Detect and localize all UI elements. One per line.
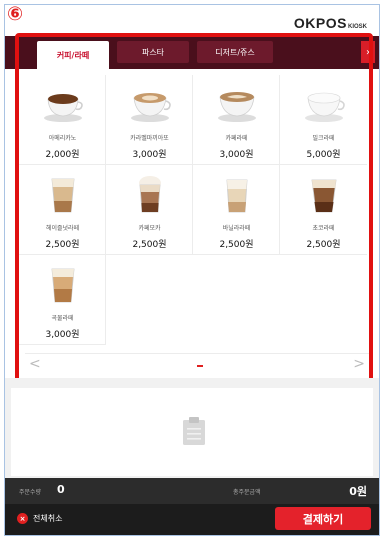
cancel-all-button[interactable]: × 전체취소 [17, 513, 62, 524]
menu-highlight-box [15, 33, 373, 392]
order-list-area [5, 378, 379, 478]
cancel-all-label: 전체취소 [33, 514, 63, 523]
clipboard-icon [183, 417, 205, 445]
order-summary-bar: 주문수량 0 총주문금액 0원 [5, 478, 379, 504]
order-quantity-label: 주문수량 [19, 489, 42, 496]
action-bar: × 전체취소 결제하기 [5, 504, 379, 535]
pay-button[interactable]: 결제하기 [275, 507, 371, 530]
header: ⑥ OKPOSKIOSK [5, 3, 379, 35]
order-total-label: 총주문금액 [233, 489, 261, 496]
brand-subtitle: KIOSK [347, 24, 367, 30]
order-quantity-value: 0 [57, 483, 65, 496]
step-number-badge: ⑥ [7, 3, 24, 25]
brand-logo: OKPOSKIOSK [294, 15, 367, 31]
brand-name: OKPOS [293, 15, 347, 31]
close-icon: × [17, 513, 28, 524]
order-list [11, 388, 373, 476]
order-total-value: 0원 [349, 485, 367, 498]
